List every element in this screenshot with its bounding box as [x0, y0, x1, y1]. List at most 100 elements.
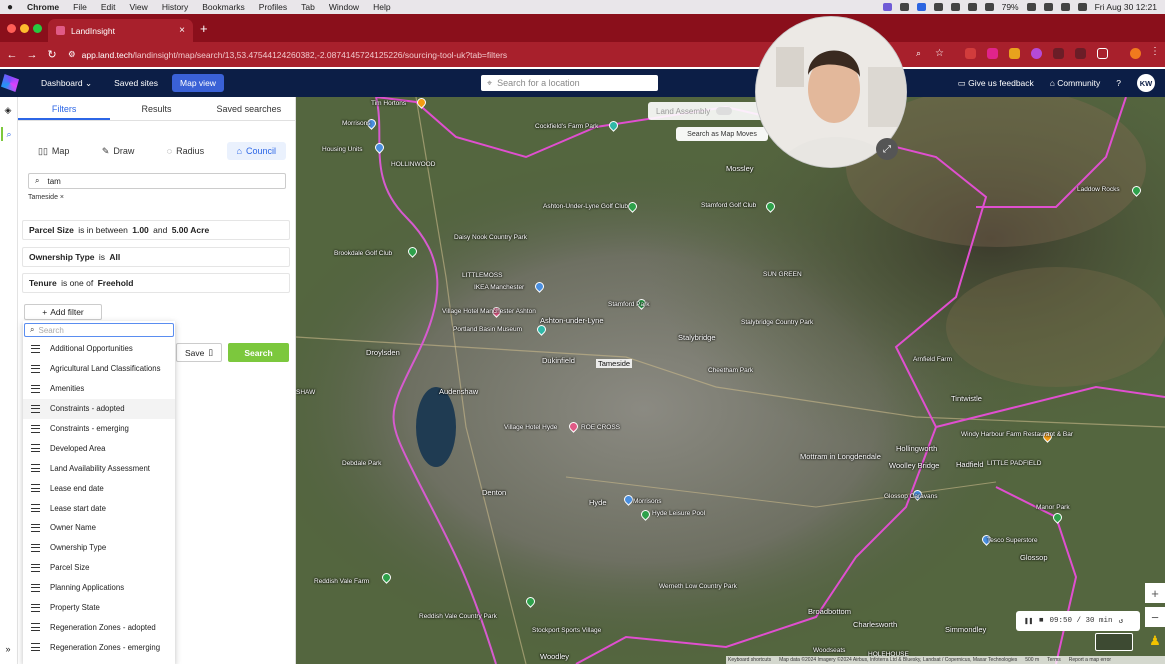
- restart-icon[interactable]: ↺: [1119, 616, 1124, 626]
- search-icon[interactable]: ⌕: [1, 127, 15, 141]
- filter-type-option[interactable]: Regeneration Zones - emerging: [23, 637, 175, 657]
- back-icon[interactable]: ←: [4, 49, 20, 61]
- zoom-in-button[interactable]: +: [1145, 583, 1165, 603]
- extension-icon[interactable]: [987, 48, 998, 59]
- wifi-icon[interactable]: [1043, 3, 1053, 11]
- filter-type-option[interactable]: Parcel Size: [23, 558, 175, 578]
- bluetooth-icon[interactable]: [984, 3, 994, 11]
- avatar[interactable]: KW: [1137, 74, 1155, 92]
- keyboard-shortcuts-link[interactable]: Keyboard shortcuts: [728, 657, 771, 663]
- community-button[interactable]: ⌂ Community: [1050, 78, 1100, 88]
- map-type-toggle[interactable]: [1095, 633, 1133, 651]
- tool-draw[interactable]: ✎ Draw: [92, 142, 145, 160]
- feedback-button[interactable]: ▭ Give us feedback: [958, 78, 1034, 89]
- filter-type-option[interactable]: Constraints - adopted: [23, 398, 175, 419]
- report-map-error-link[interactable]: Report a map error: [1069, 657, 1111, 663]
- status-icon[interactable]: [916, 3, 926, 11]
- close-tab-icon[interactable]: ×: [179, 25, 185, 36]
- extensions-puzzle-icon[interactable]: [1097, 48, 1108, 59]
- menu-view[interactable]: View: [123, 2, 155, 12]
- close-window-button[interactable]: [7, 24, 16, 33]
- tool-radius[interactable]: ◌ Radius: [157, 142, 214, 160]
- status-icon[interactable]: [899, 3, 909, 11]
- status-icon[interactable]: [950, 3, 960, 11]
- extension-icon[interactable]: [1075, 48, 1086, 59]
- extension-icon[interactable]: [1031, 48, 1042, 59]
- help-icon[interactable]: ?: [1116, 78, 1121, 88]
- filter-type-option[interactable]: Agricultural Land Classifications: [23, 359, 175, 379]
- search-button[interactable]: Search: [228, 343, 289, 362]
- add-filter-button[interactable]: + Add filter: [24, 304, 102, 320]
- control-center-icon[interactable]: [1077, 3, 1087, 11]
- menu-help[interactable]: Help: [366, 2, 397, 12]
- screen-record-icon[interactable]: [882, 3, 892, 11]
- zoom-out-button[interactable]: −: [1145, 607, 1165, 627]
- stop-icon[interactable]: ■: [1039, 617, 1044, 625]
- filter-type-option[interactable]: Ownership Type: [23, 538, 175, 558]
- filter-type-option[interactable]: Planning Applications: [23, 578, 175, 598]
- battery-icon[interactable]: [1026, 3, 1036, 11]
- land-assembly-toggle[interactable]: Land Assembly: [648, 102, 768, 120]
- site-settings-icon[interactable]: ⚙: [68, 49, 76, 60]
- tab-filters[interactable]: Filters: [18, 97, 111, 120]
- expand-webcam-icon[interactable]: ⤢: [876, 138, 898, 160]
- filter-parcel-size[interactable]: Parcel Size is in between 1.00 and 5.00 …: [22, 220, 290, 240]
- save-button[interactable]: Save ▯: [176, 343, 222, 362]
- zoom-icon[interactable]: ⌕: [916, 48, 927, 59]
- layers-icon[interactable]: ◈: [1, 103, 15, 117]
- menu-bookmarks[interactable]: Bookmarks: [195, 2, 252, 12]
- reload-icon[interactable]: ↻: [44, 48, 60, 61]
- search-as-map-moves-button[interactable]: Search as Map Moves: [676, 127, 768, 141]
- tab-results[interactable]: Results: [110, 97, 202, 120]
- apple-icon[interactable]: ●: [0, 2, 20, 13]
- menu-edit[interactable]: Edit: [94, 2, 123, 12]
- menu-history[interactable]: History: [155, 2, 195, 12]
- menu-window[interactable]: Window: [322, 2, 366, 12]
- menu-file[interactable]: File: [66, 2, 94, 12]
- filter-type-option[interactable]: Amenities: [23, 379, 175, 399]
- map-view[interactable]: Land Assembly Search as Map Moves Tim Ho…: [296, 97, 1165, 664]
- nav-dashboard[interactable]: Dashboard ⌄: [33, 74, 100, 93]
- filter-tenure[interactable]: Tenure is one of Freehold: [22, 273, 290, 293]
- new-tab-button[interactable]: +: [200, 21, 208, 36]
- land-assembly-switch[interactable]: [716, 107, 733, 115]
- extension-icon[interactable]: [1053, 48, 1064, 59]
- street-view-pegman-icon[interactable]: ♟: [1145, 631, 1165, 651]
- status-icon[interactable]: [933, 3, 943, 11]
- nav-map-view[interactable]: Map view: [172, 74, 224, 92]
- status-icon[interactable]: [967, 3, 977, 11]
- profile-icon[interactable]: [1130, 48, 1141, 59]
- extension-icon[interactable]: [1009, 48, 1020, 59]
- menu-profiles[interactable]: Profiles: [252, 2, 294, 12]
- filter-type-option[interactable]: Lease end date: [23, 478, 175, 498]
- minimize-window-button[interactable]: [20, 24, 29, 33]
- menu-app[interactable]: Chrome: [20, 2, 66, 12]
- filter-type-option[interactable]: Lease start date: [23, 498, 175, 518]
- location-search-input[interactable]: ⌖ Search for a location: [481, 75, 658, 91]
- filter-type-option[interactable]: Additional Opportunities: [23, 339, 175, 359]
- url-field[interactable]: ⚙ app.land.tech/landinsight/map/search/1…: [68, 49, 507, 60]
- filter-ownership-type[interactable]: Ownership Type is All: [22, 247, 290, 267]
- chrome-menu-icon[interactable]: ⋮: [1150, 46, 1161, 57]
- menu-tab[interactable]: Tab: [294, 2, 322, 12]
- filter-type-option[interactable]: Developed Area: [23, 438, 175, 458]
- nav-saved-sites[interactable]: Saved sites: [106, 74, 166, 92]
- bookmark-star-icon[interactable]: ☆: [935, 48, 946, 59]
- filter-type-option[interactable]: Property State: [23, 598, 175, 618]
- filter-type-option[interactable]: Regeneration Zones - adopted: [23, 617, 175, 637]
- landtech-logo[interactable]: [1, 74, 19, 92]
- filter-type-option[interactable]: Land Availability Assessment: [23, 458, 175, 478]
- extension-icon[interactable]: [965, 48, 976, 59]
- tool-council[interactable]: ⌂ Council: [226, 142, 286, 160]
- filter-type-option[interactable]: Owner Name: [23, 518, 175, 538]
- filter-search-input[interactable]: ⌕ Search: [24, 323, 174, 337]
- filter-type-option[interactable]: Constraints - emerging: [23, 419, 175, 439]
- browser-tab[interactable]: LandInsight ×: [48, 19, 193, 42]
- council-search-input[interactable]: ⌕ tam: [28, 173, 286, 189]
- expand-panel-icon[interactable]: »: [1, 642, 15, 656]
- tool-map[interactable]: ▯▯ Map: [28, 142, 79, 160]
- maximize-window-button[interactable]: [33, 24, 42, 33]
- tab-saved-searches[interactable]: Saved searches: [203, 97, 295, 120]
- pause-icon[interactable]: ❚❚: [1024, 616, 1033, 626]
- clock[interactable]: Fri Aug 30 12:21: [1095, 2, 1157, 12]
